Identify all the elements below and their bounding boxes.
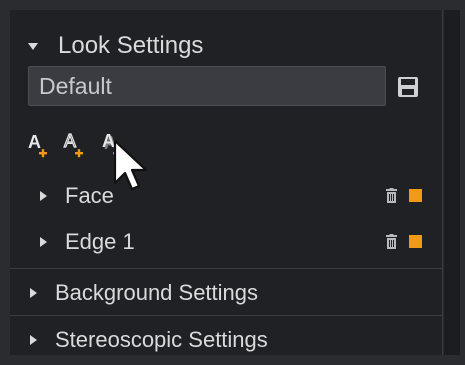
section-divider	[10, 315, 442, 316]
look-settings-title: Look Settings	[58, 32, 204, 59]
add-text-layer-icon[interactable]: A	[26, 128, 52, 164]
expand-triangle-icon	[30, 335, 37, 345]
layer-row-actions	[386, 188, 422, 203]
save-preset-icon[interactable]	[397, 76, 419, 98]
color-swatch[interactable]	[409, 235, 422, 248]
stereoscopic-settings-title: Stereoscopic Settings	[55, 327, 268, 352]
stereoscopic-settings-header[interactable]: Stereoscopic Settings	[10, 318, 442, 362]
expand-triangle-icon	[30, 288, 37, 298]
add-outline-layer-icon[interactable]: A	[62, 128, 88, 164]
add-text-layer-glyph: A	[28, 132, 41, 152]
layer-row-edge-1[interactable]: Edge 1	[10, 220, 442, 264]
look-settings-header[interactable]: Look Settings	[10, 24, 442, 68]
layer-label: Face	[65, 183, 114, 208]
trash-icon[interactable]	[386, 234, 397, 249]
look-preset-value: Default	[39, 72, 112, 99]
expand-triangle-icon[interactable]	[40, 237, 47, 247]
background-settings-title: Background Settings	[55, 280, 259, 305]
section-divider	[10, 268, 442, 269]
window-frame: Look Settings Default A A A A Face Edge …	[0, 0, 465, 365]
layer-row-actions	[386, 234, 422, 249]
settings-panel: Look Settings Default A A A A Face Edge …	[10, 10, 443, 355]
layer-row-face[interactable]: Face	[10, 174, 442, 218]
background-settings-header[interactable]: Background Settings	[10, 271, 442, 315]
add-outline-layer-glyph: A	[64, 131, 76, 151]
collapse-triangle-icon	[28, 42, 38, 50]
mouse-cursor-icon	[113, 139, 148, 191]
trash-icon[interactable]	[386, 188, 397, 203]
color-swatch[interactable]	[409, 189, 422, 202]
layer-label: Edge 1	[65, 229, 135, 254]
look-preset-select[interactable]: Default	[28, 66, 386, 106]
panel-scroll-strip	[444, 10, 460, 355]
expand-triangle-icon[interactable]	[40, 191, 47, 201]
